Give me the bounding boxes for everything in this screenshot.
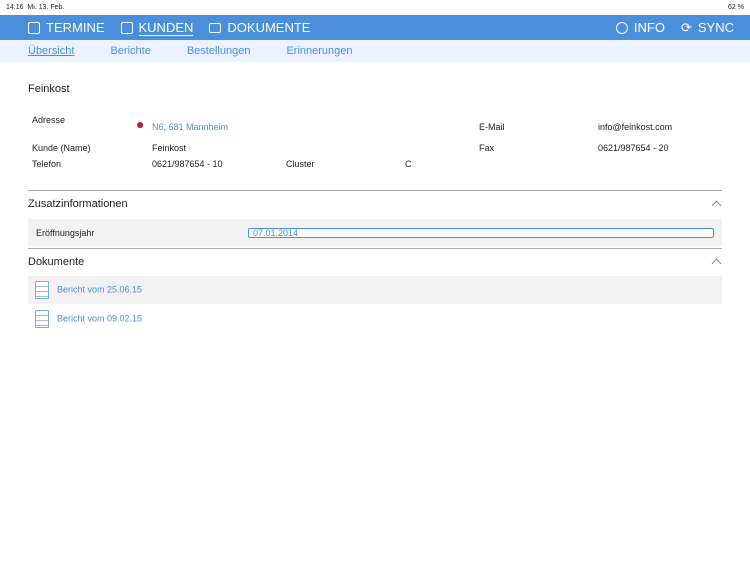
nav-termine[interactable]: TERMINE (28, 20, 105, 35)
nav-label: DOKUMENTE (227, 20, 311, 35)
info-icon (615, 21, 628, 34)
nav-kunden[interactable]: KUNDEN (120, 19, 194, 36)
nav-label: INFO (633, 20, 665, 35)
top-nav: TERMINE KUNDEN DOKUMENTE INFO ⟳ SYNC (0, 15, 750, 40)
book-icon (120, 21, 133, 34)
divider (28, 248, 722, 249)
customer-title: Feinkost (28, 83, 70, 95)
chevron-up-icon[interactable] (711, 200, 722, 211)
tab-berichte[interactable]: Berichte (110, 45, 150, 57)
sync-icon: ⟳ (680, 19, 692, 35)
kunde-label: Kunde (Name) (32, 143, 91, 153)
document-icon (35, 310, 49, 328)
nav-dokumente[interactable]: DOKUMENTE (209, 20, 310, 35)
document-label: Bericht vom 25.06.15 (57, 284, 143, 295)
info-button[interactable]: INFO (615, 20, 665, 35)
dokumente-title[interactable]: Dokumente (28, 256, 84, 268)
sub-tabs: Übersicht Berichte Bestellungen Erinneru… (0, 40, 750, 62)
fax-value: 0621/987654 - 20 (598, 143, 669, 153)
calendar-icon (28, 21, 40, 34)
time: 14:16 (6, 4, 24, 11)
zusatz-title[interactable]: Zusatzinformationen (28, 198, 128, 210)
telefon-value: 0621/987654 - 10 (152, 159, 223, 169)
fax-label: Fax (479, 143, 495, 153)
kunde-value: Feinkost (152, 143, 187, 153)
document-icon (35, 281, 49, 299)
cluster-label: Cluster (286, 159, 315, 169)
adresse-label: Adresse (32, 115, 66, 125)
tab-uebersicht[interactable]: Übersicht (28, 45, 74, 57)
status-bar: 14:16 Mi. 13. Feb. 62 % (0, 0, 750, 15)
cluster-value: C (405, 159, 412, 169)
tab-erinnerungen[interactable]: Erinnerungen (286, 45, 352, 57)
chevron-up-icon[interactable] (711, 258, 722, 269)
email-value: info@feinkost.com (598, 122, 673, 132)
tab-bestellungen[interactable]: Bestellungen (187, 45, 251, 57)
nav-label: SYNC (697, 20, 734, 35)
telefon-label: Telefon (32, 159, 62, 169)
battery-level: 62 % (728, 4, 744, 11)
eroeffnungsjahr-label: Eröffnungsjahr (36, 228, 95, 238)
divider (28, 190, 722, 191)
eroeffnungsjahr-input[interactable]: 07.01.2014 (248, 228, 714, 238)
document-label: Bericht vom 09.02.15 (57, 313, 143, 324)
nav-label: TERMINE (46, 20, 105, 35)
email-label: E-Mail (479, 122, 505, 132)
nav-label: KUNDEN (138, 19, 194, 36)
folder-icon (209, 22, 222, 33)
address-link[interactable]: N6, 681 Mannheim (152, 122, 228, 132)
document-item[interactable]: Bericht vom 25.06.15 (35, 281, 142, 299)
document-item[interactable]: Bericht vom 09.02.15 (35, 310, 142, 328)
sync-button[interactable]: ⟳ SYNC (681, 20, 734, 36)
date: Mi. 13. Feb. (27, 4, 65, 11)
map-pin-icon: ● (136, 116, 145, 132)
